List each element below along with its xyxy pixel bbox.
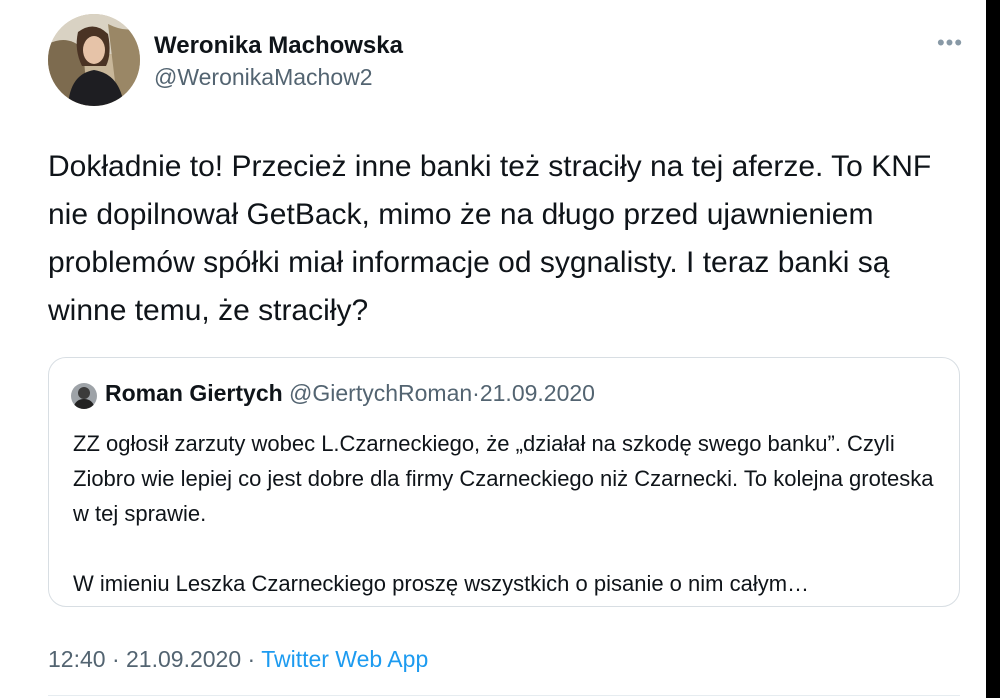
footer-separator-1: ·: [111, 646, 120, 672]
quoted-text: ZZ ogłosił zarzuty wobec L.Czarneckiego,…: [73, 426, 935, 601]
quoted-date: 21.09.2020: [479, 380, 595, 406]
author-photo: [48, 14, 140, 106]
divider: [48, 695, 960, 696]
tweet-source-link[interactable]: Twitter Web App: [261, 646, 428, 672]
tweet-card: Weronika Machowska @WeronikaMachow2 ••• …: [0, 0, 986, 698]
quoted-author-name: Roman Giertych: [105, 380, 283, 406]
quoted-author-photo: [71, 383, 97, 409]
quoted-paragraph-2: W imieniu Leszka Czarneckiego proszę wsz…: [73, 571, 810, 596]
tweet-time[interactable]: 12:40: [48, 646, 106, 672]
author-name[interactable]: Weronika Machowska: [154, 32, 403, 60]
quoted-separator: ·: [472, 380, 480, 406]
author-handle[interactable]: @WeronikaMachow2: [154, 64, 373, 91]
tweet-date[interactable]: 21.09.2020: [126, 646, 241, 672]
quoted-author-handle: @GiertychRoman: [289, 380, 473, 406]
quoted-paragraph-1: ZZ ogłosił zarzuty wobec L.Czarneckiego,…: [73, 431, 934, 526]
quoted-header: Roman Giertych @GiertychRoman·21.09.2020: [105, 380, 595, 407]
tweet-footer: 12:40 · 21.09.2020 · Twitter Web App: [48, 646, 428, 673]
more-dots-icon[interactable]: •••: [930, 26, 970, 60]
tweet-text: Dokładnie to! Przecież inne banki też st…: [48, 150, 932, 327]
footer-separator-2: ·: [247, 646, 256, 672]
quoted-tweet[interactable]: Roman Giertych @GiertychRoman·21.09.2020…: [48, 357, 960, 607]
quoted-author-avatar: [71, 383, 97, 409]
author-avatar[interactable]: [48, 14, 140, 106]
